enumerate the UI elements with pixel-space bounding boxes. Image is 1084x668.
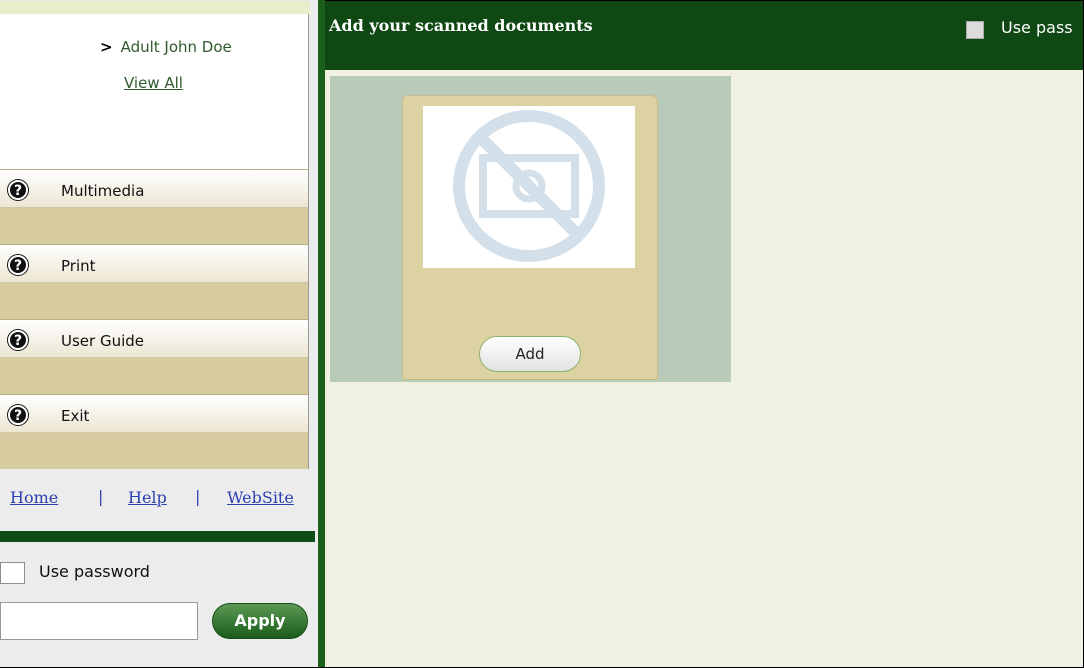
view-all-link[interactable]: View All — [124, 74, 183, 92]
document-area: Add — [325, 70, 1083, 667]
chevron-right-icon: > — [100, 38, 113, 56]
password-input[interactable] — [0, 602, 198, 640]
menu-item-label: User Guide — [61, 332, 145, 350]
document-grid: Add — [330, 76, 731, 382]
menu-item-label: Exit — [61, 407, 90, 425]
apply-button[interactable]: Apply — [212, 603, 308, 639]
link-separator: | — [98, 487, 104, 506]
home-link[interactable]: Home — [10, 488, 58, 507]
document-thumbnail — [423, 106, 635, 268]
menu-item-band — [0, 320, 308, 358]
sidebar-divider-bar — [0, 531, 315, 542]
document-card: Add — [402, 95, 658, 380]
menu-item-band — [0, 395, 308, 433]
footer-links: Home | Help | WebSite — [0, 484, 318, 514]
help-icon: ? — [8, 180, 28, 200]
no-image-icon — [453, 110, 605, 262]
main-header: Add your scanned documents Use pass — [325, 1, 1083, 70]
menu-item-multimedia[interactable]: ? Multimedia — [0, 169, 309, 244]
sidebar-top-strip — [0, 1, 310, 15]
left-sidebar: > Adult John Doe View All ? Multimedia ? … — [0, 0, 318, 668]
current-user-label: Adult John Doe — [120, 38, 232, 56]
menu-item-band — [0, 245, 308, 283]
menu-item-print[interactable]: ? Print — [0, 244, 309, 319]
menu-item-user-guide[interactable]: ? User Guide — [0, 319, 309, 394]
current-user-link[interactable]: > Adult John Doe — [100, 38, 232, 56]
help-link[interactable]: Help — [128, 488, 167, 507]
help-icon: ? — [8, 405, 28, 425]
add-document-button[interactable]: Add — [479, 336, 581, 372]
website-link[interactable]: WebSite — [227, 488, 294, 507]
menu-item-label: Print — [61, 257, 96, 275]
column-divider — [318, 0, 325, 668]
menu-item-band — [0, 170, 308, 208]
menu-item-exit[interactable]: ? Exit — [0, 394, 309, 469]
menu-item-label: Multimedia — [61, 182, 145, 200]
use-password-label: Use password — [39, 562, 150, 581]
use-password-checkbox[interactable] — [0, 562, 25, 584]
help-icon: ? — [8, 255, 28, 275]
header-password-label: Use pass — [1001, 18, 1073, 37]
help-icon: ? — [8, 330, 28, 350]
link-separator: | — [195, 487, 201, 506]
header-password-checkbox[interactable] — [966, 21, 984, 39]
user-panel: > Adult John Doe View All — [0, 14, 309, 169]
page-title: Add your scanned documents — [329, 16, 593, 35]
